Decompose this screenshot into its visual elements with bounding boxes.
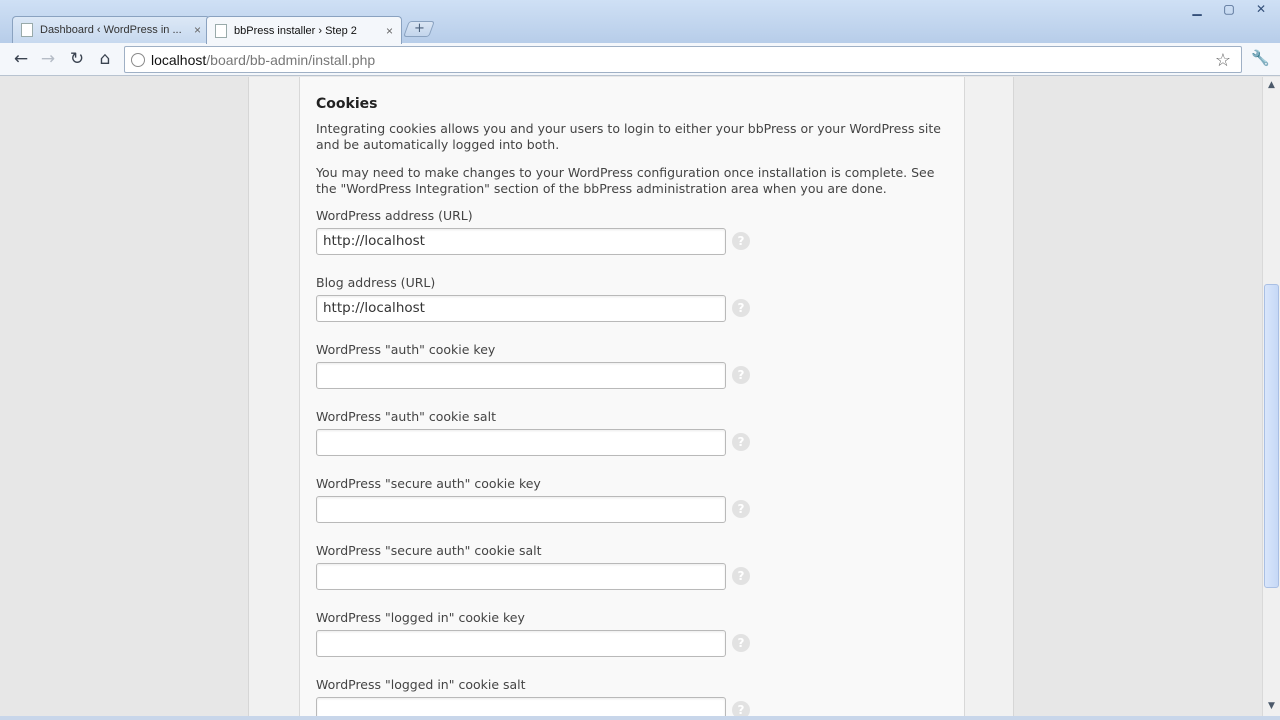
scroll-down-arrow[interactable]: ▼ (1263, 698, 1280, 715)
home-button[interactable]: ⌂ (94, 48, 116, 70)
help-icon[interactable]: ? (732, 567, 750, 585)
tab-title: Dashboard ‹ WordPress in ... (40, 24, 182, 36)
page-icon (215, 23, 227, 38)
back-button[interactable]: ← (10, 48, 32, 70)
field-label: WordPress "secure auth" cookie salt (316, 543, 542, 558)
plus-icon: + (413, 21, 425, 36)
field-label: Blog address (URL) (316, 275, 436, 290)
help-icon[interactable]: ? (732, 701, 750, 716)
url-path: /board/bb-admin/install.php (206, 51, 376, 68)
secure-auth-cookie-key-input[interactable] (316, 496, 726, 523)
new-tab-button[interactable]: + (403, 21, 435, 37)
help-icon[interactable]: ? (732, 634, 750, 652)
note-paragraph: You may need to make changes to your Wor… (316, 165, 935, 196)
auth-cookie-salt-input[interactable] (316, 429, 726, 456)
help-icon[interactable]: ? (732, 299, 750, 317)
close-tab-icon[interactable]: × (386, 24, 393, 38)
page-icon (21, 23, 33, 37)
scrollbar-thumb[interactable] (1264, 284, 1279, 588)
wordpress-address-input[interactable]: http://localhost (316, 228, 726, 255)
secure-auth-cookie-salt-input[interactable] (316, 563, 726, 590)
field-label: WordPress "logged in" cookie key (316, 610, 525, 625)
help-icon[interactable]: ? (732, 433, 750, 451)
browser-toolbar: ← → ↻ ⌂ localhost/board/bb-admin/install… (0, 43, 1280, 76)
address-bar[interactable]: localhost/board/bb-admin/install.php ☆ (124, 46, 1242, 73)
logged-in-cookie-salt-input[interactable] (316, 697, 726, 716)
tab-title: bbPress installer › Step 2 (234, 24, 357, 37)
minimize-button[interactable]: ▁ (1186, 2, 1208, 17)
intro-paragraph: Integrating cookies allows you and your … (316, 121, 941, 152)
maximize-button[interactable]: ▢ (1218, 2, 1240, 17)
close-tab-icon[interactable]: × (194, 23, 201, 37)
bookmark-star-icon[interactable]: ☆ (1215, 50, 1231, 71)
globe-icon (131, 52, 145, 67)
field-label: WordPress "logged in" cookie salt (316, 677, 526, 692)
help-icon[interactable]: ? (732, 232, 750, 250)
field-label: WordPress address (URL) (316, 208, 473, 223)
section-title: Cookies (316, 96, 378, 112)
window-controls: ▁ ▢ ✕ (1186, 2, 1272, 17)
tab-dashboard[interactable]: Dashboard ‹ WordPress in ... × (12, 16, 210, 43)
help-icon[interactable]: ? (732, 500, 750, 518)
page-column: Cookies Integrating cookies allows you a… (248, 77, 1014, 716)
title-bar: Dashboard ‹ WordPress in ... × bbPress i… (0, 0, 1280, 44)
field-label: WordPress "auth" cookie key (316, 342, 496, 357)
field-label: WordPress "secure auth" cookie key (316, 476, 541, 491)
help-icon[interactable]: ? (732, 366, 750, 384)
page-viewport: Cookies Integrating cookies allows you a… (0, 77, 1262, 716)
field-label: WordPress "auth" cookie salt (316, 409, 496, 424)
tab-bbpress-installer[interactable]: bbPress installer › Step 2 × (206, 16, 402, 44)
close-window-button[interactable]: ✕ (1250, 2, 1272, 17)
forward-button[interactable]: → (37, 48, 59, 70)
auth-cookie-key-input[interactable] (316, 362, 726, 389)
wrench-icon[interactable]: 🔧 (1251, 49, 1270, 67)
vertical-scrollbar[interactable]: ▲ ▼ (1262, 77, 1280, 716)
window-bottom-border (0, 716, 1280, 720)
reload-button[interactable]: ↻ (66, 48, 88, 70)
logged-in-cookie-key-input[interactable] (316, 630, 726, 657)
blog-address-input[interactable]: http://localhost (316, 295, 726, 322)
scroll-up-arrow[interactable]: ▲ (1263, 77, 1280, 94)
installer-panel: Cookies Integrating cookies allows you a… (299, 77, 965, 716)
url-host: localhost (151, 51, 207, 68)
